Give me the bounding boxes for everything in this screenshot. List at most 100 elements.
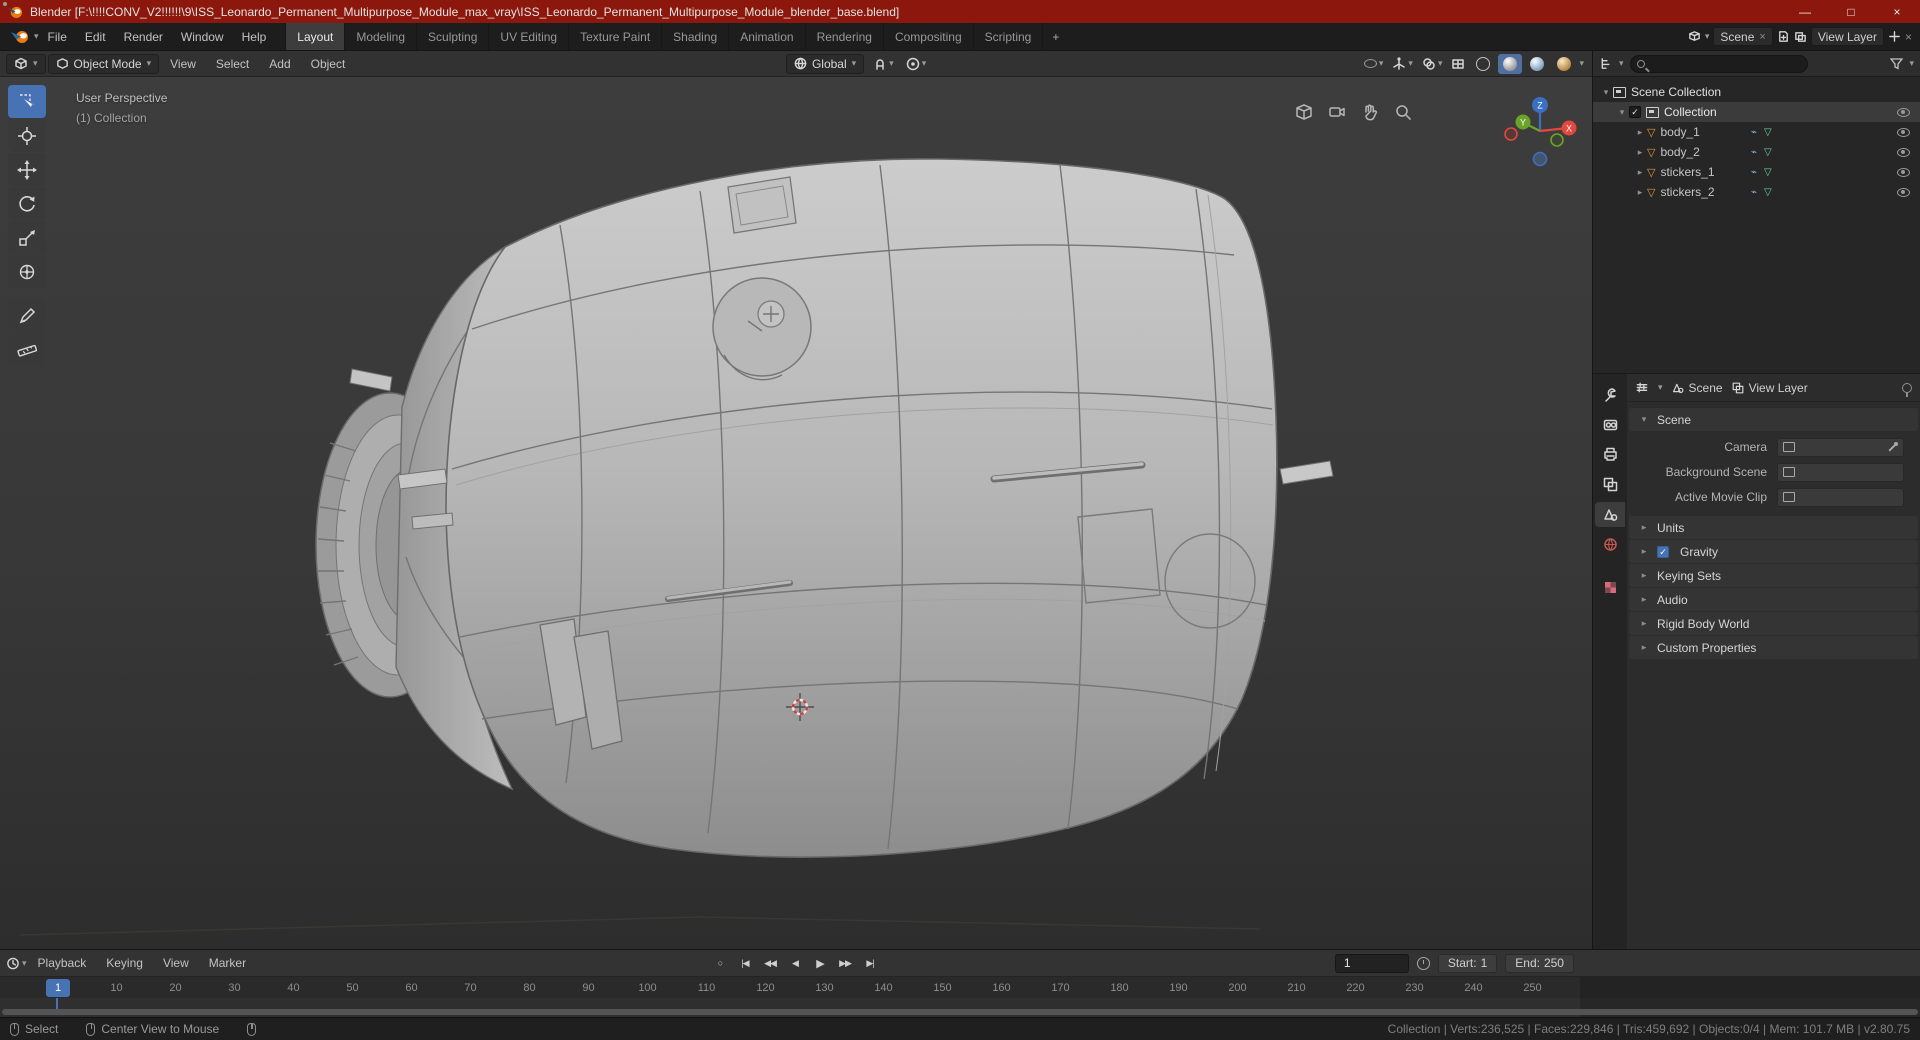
navigation-gizmo[interactable]: Z Y X (1498, 85, 1582, 173)
timeline-ruler[interactable]: 1 10 20 30 40 50 60 70 80 90 100 110 120… (0, 976, 1920, 998)
tab-tool[interactable] (1595, 382, 1625, 407)
modifier-wrench-icon[interactable]: ⌁ (1751, 167, 1757, 178)
transform-orientation-selector[interactable]: Global ▾ (785, 53, 865, 74)
move-tool[interactable] (8, 153, 46, 186)
select-box-tool[interactable] (8, 85, 46, 118)
minimize-button[interactable]: — (1782, 0, 1828, 23)
show-object-types-toggle[interactable]: ▾ (1361, 54, 1387, 74)
zoom-magnifier-icon[interactable] (1392, 101, 1414, 123)
view-layer-field[interactable]: View Layer (1810, 27, 1884, 46)
tree-row-scene-collection[interactable]: ▾ Scene Collection (1593, 82, 1920, 102)
hide-eye-icon[interactable] (1897, 147, 1910, 157)
gravity-checkbox[interactable]: ✓ (1657, 545, 1669, 558)
snap-toggle[interactable]: ▾ (870, 54, 897, 74)
transform-tool[interactable] (8, 255, 46, 288)
rotate-tool[interactable] (8, 187, 46, 220)
disclosure-closed-icon[interactable]: ▸ (1633, 187, 1647, 198)
add-workspace-button[interactable]: + (1043, 30, 1068, 44)
disclosure-closed-icon[interactable]: ▸ (1633, 167, 1647, 178)
view-layer-icon[interactable] (1794, 30, 1807, 43)
tree-row-object[interactable]: ▸ ▽ body_2 ⌁ ▽ (1593, 142, 1920, 162)
new-view-layer-icon[interactable] (1888, 30, 1901, 43)
hide-eye-icon[interactable] (1897, 187, 1910, 197)
gizmo-z-neg-axis[interactable] (1532, 151, 1548, 167)
properties-editor-icon[interactable] (1635, 381, 1649, 394)
menu-file[interactable]: File (39, 26, 76, 48)
viewport-menu-object[interactable]: Object (302, 53, 355, 75)
proportional-caret[interactable]: ▾ (922, 58, 927, 69)
jump-to-end-button[interactable]: ▶| (859, 953, 881, 973)
breadcrumb-scene[interactable]: Scene (1672, 381, 1723, 395)
panel-header-units[interactable]: ▸ Units (1629, 516, 1918, 539)
breadcrumb-view-layer[interactable]: View Layer (1732, 381, 1808, 395)
timeline-track-area[interactable] (0, 998, 1920, 1017)
proportional-editing-toggle[interactable]: ▾ (903, 54, 930, 74)
outliner-editor-icon[interactable] (1599, 57, 1613, 70)
background-scene-field[interactable] (1777, 462, 1904, 482)
current-frame-field[interactable]: 1 (1334, 953, 1409, 973)
workspace-tab-compositing[interactable]: Compositing (884, 23, 974, 50)
outliner-editor-caret[interactable]: ▾ (1619, 58, 1624, 69)
overlays-toggle[interactable]: ▾ (1419, 54, 1446, 74)
timeline-menu-marker[interactable]: Marker (200, 952, 255, 974)
timeline-editor-caret[interactable]: ▾ (22, 958, 27, 969)
next-keyframe-button[interactable]: ▶▶ (834, 953, 856, 973)
hide-eye-icon[interactable] (1897, 127, 1910, 137)
snap-caret[interactable]: ▾ (889, 58, 894, 69)
tree-row-object[interactable]: ▸ ▽ body_1 ⌁ ▽ (1593, 122, 1920, 142)
mesh-data-icon[interactable]: ▽ (1764, 187, 1772, 198)
tab-output[interactable] (1595, 442, 1625, 467)
scene-browse-icon[interactable] (1688, 30, 1701, 43)
timeline-menu-playback[interactable]: Playback (29, 952, 96, 974)
maximize-button[interactable]: □ (1828, 0, 1874, 23)
iss-module-model[interactable] (0, 77, 1592, 949)
workspace-tab-texture-paint[interactable]: Texture Paint (569, 23, 663, 50)
eyedropper-icon[interactable] (1887, 441, 1898, 453)
disclosure-open-icon[interactable]: ▾ (1599, 87, 1613, 98)
remove-view-layer-icon[interactable]: × (1905, 30, 1912, 44)
play-reverse-button[interactable]: ◀ (784, 953, 806, 973)
workspace-tab-shading[interactable]: Shading (662, 23, 730, 50)
modifier-wrench-icon[interactable]: ⌁ (1751, 147, 1757, 158)
play-button[interactable]: ▶ (809, 953, 831, 973)
mode-selector[interactable]: Object Mode ▾ (47, 53, 160, 74)
modifier-wrench-icon[interactable]: ⌁ (1751, 127, 1757, 138)
shading-solid-button[interactable] (1498, 53, 1523, 74)
disclosure-closed-icon[interactable]: ▸ (1633, 147, 1647, 158)
timeline-scrollbar[interactable] (2, 1009, 1918, 1015)
camera-view-icon[interactable] (1326, 101, 1348, 123)
tree-row-object[interactable]: ▸ ▽ stickers_2 ⌁ ▽ (1593, 182, 1920, 202)
mesh-data-icon[interactable]: ▽ (1764, 147, 1772, 158)
viewport-menu-select[interactable]: Select (207, 53, 258, 75)
gizmo-y-neg-axis[interactable] (1550, 133, 1564, 147)
close-button[interactable]: × (1874, 0, 1920, 23)
playhead-line[interactable] (56, 998, 58, 1009)
auto-keying-button[interactable]: ○ (709, 953, 731, 973)
previous-keyframe-button[interactable]: ◀◀ (759, 953, 781, 973)
panel-header-scene[interactable]: ▾ Scene (1629, 408, 1918, 431)
workspace-tab-animation[interactable]: Animation (729, 23, 806, 50)
tab-view-layer[interactable] (1595, 472, 1625, 497)
end-frame-field[interactable]: End: 250 (1505, 953, 1574, 973)
workspace-tab-sculpting[interactable]: Sculpting (417, 23, 490, 50)
timeline-menu-keying[interactable]: Keying (97, 952, 152, 974)
active-movie-clip-field[interactable] (1777, 487, 1904, 507)
gizmo-x-neg-axis[interactable] (1504, 127, 1518, 141)
pin-icon[interactable] (1902, 382, 1912, 397)
viewport-menu-view[interactable]: View (161, 53, 205, 75)
mesh-data-icon[interactable]: ▽ (1764, 167, 1772, 178)
toggle-grid-icon[interactable] (1293, 101, 1315, 123)
playhead[interactable]: 1 (46, 979, 70, 997)
editor-type-selector[interactable]: ▾ (6, 53, 46, 74)
menu-help[interactable]: Help (233, 26, 276, 48)
shading-wireframe-button[interactable] (1471, 54, 1495, 74)
scale-tool[interactable] (8, 221, 46, 254)
new-scene-icon[interactable] (1777, 30, 1790, 43)
menu-edit[interactable]: Edit (76, 26, 115, 48)
tab-world[interactable] (1595, 532, 1625, 557)
workspace-tab-layout[interactable]: Layout (285, 23, 346, 50)
tab-scene[interactable] (1595, 502, 1625, 527)
workspace-tab-rendering[interactable]: Rendering (806, 23, 884, 50)
cursor-tool[interactable] (8, 119, 46, 152)
viewport-3d[interactable]: User Perspective (1) Collection Z Y X (0, 77, 1592, 949)
